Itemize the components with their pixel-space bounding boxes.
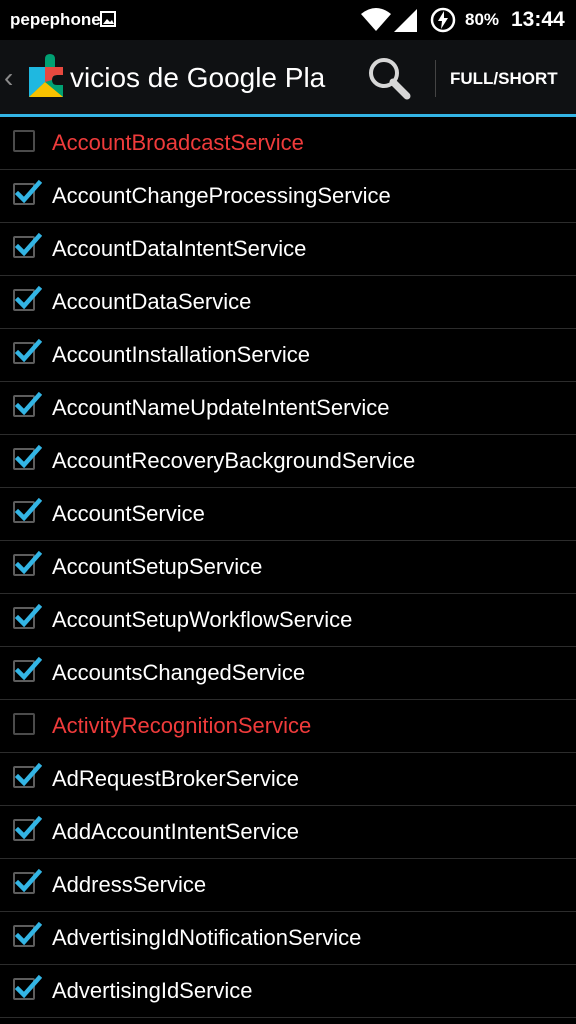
page-title-text: vicios de Google Pla [70, 62, 326, 93]
checkbox-checked[interactable] [13, 391, 42, 417]
page-title: vicios de Google Pla [70, 62, 338, 94]
service-name: AccountDataIntentService [52, 236, 307, 261]
checkbox-checked[interactable] [13, 656, 42, 682]
service-row[interactable]: AccountChangeProcessingService [0, 170, 576, 223]
checkbox-checked[interactable] [13, 921, 42, 947]
checkbox-checked[interactable] [13, 974, 42, 1000]
checkmark-icon [14, 815, 42, 840]
carrier-name: pepephone [10, 10, 101, 29]
battery-percent: 80% [465, 10, 500, 29]
service-row[interactable]: AddressService [0, 859, 576, 912]
checkmark-icon [14, 868, 42, 893]
service-name: AccountRecoveryBackgroundService [52, 448, 416, 473]
full-short-toggle-button[interactable]: FULL/SHORT [450, 69, 558, 89]
checkbox-checked[interactable] [13, 868, 42, 894]
checkbox-unchecked[interactable] [13, 130, 35, 152]
service-row[interactable]: AccountRecoveryBackgroundService [0, 435, 576, 488]
checkbox-unchecked[interactable] [13, 713, 35, 735]
service-row[interactable]: AccountNameUpdateIntentService [0, 382, 576, 435]
service-row[interactable]: ActivityRecognitionService [0, 700, 576, 753]
service-name: AddressService [52, 872, 207, 897]
checkmark-icon [14, 285, 42, 310]
service-name: AdRequestBrokerService [52, 766, 300, 791]
action-bar-divider [435, 60, 436, 97]
service-name: AddAccountIntentService [52, 819, 300, 844]
service-row[interactable]: AccountDataIntentService [0, 223, 576, 276]
service-row[interactable]: AdRequestBrokerService [0, 753, 576, 806]
checkmark-icon [14, 338, 42, 363]
service-row[interactable]: AccountsChangedService [0, 647, 576, 700]
checkbox-checked[interactable] [13, 815, 42, 841]
signal-icon [394, 9, 418, 32]
service-name: AccountInstallationService [52, 342, 311, 367]
service-name: AccountSetupService [52, 554, 263, 579]
checkbox-checked[interactable] [13, 444, 42, 470]
service-row[interactable]: AdvertisingIdService [0, 965, 576, 1018]
service-row[interactable]: AdvertisingIdNotificationService [0, 912, 576, 965]
checkmark-icon [14, 974, 42, 999]
checkmark-icon [14, 550, 42, 575]
checkmark-icon [14, 179, 42, 204]
wifi-icon [360, 8, 392, 32]
checkmark-icon [14, 444, 42, 469]
checkmark-icon [14, 497, 42, 522]
service-name: AdvertisingIdNotificationService [52, 925, 362, 950]
service-name: AccountNameUpdateIntentService [52, 395, 390, 420]
service-name: AdvertisingIdService [52, 978, 253, 1003]
service-list: AccountBroadcastService AccountChangeProc… [0, 117, 576, 1018]
service-name: ActivityRecognitionService [52, 713, 312, 738]
service-name: AccountService [52, 501, 205, 526]
service-row[interactable]: AddAccountIntentService [0, 806, 576, 859]
checkbox-checked[interactable] [13, 338, 42, 364]
checkbox-checked[interactable] [13, 762, 42, 788]
status-bar: pepephone 80% 13:44 [0, 0, 576, 40]
checkbox-checked[interactable] [13, 497, 42, 523]
checkbox-checked[interactable] [13, 285, 42, 311]
checkbox-checked[interactable] [13, 550, 42, 576]
checkmark-icon [14, 921, 42, 946]
checkmark-icon [14, 656, 42, 681]
clock: 13:44 [511, 8, 565, 31]
search-icon[interactable] [366, 55, 412, 101]
service-name: AccountsChangedService [52, 660, 306, 685]
service-name: AccountDataService [52, 289, 252, 314]
service-row[interactable]: AccountDataService [0, 276, 576, 329]
service-row[interactable]: AccountSetupService [0, 541, 576, 594]
checkmark-icon [14, 232, 42, 257]
service-row[interactable]: AccountService [0, 488, 576, 541]
battery-charging-icon [430, 7, 456, 33]
google-play-services-icon[interactable] [25, 53, 67, 99]
service-row[interactable]: AccountInstallationService [0, 329, 576, 382]
checkmark-icon [14, 603, 42, 628]
service-row[interactable]: AccountSetupWorkflowService [0, 594, 576, 647]
checkbox-checked[interactable] [13, 179, 42, 205]
checkmark-icon [14, 391, 42, 416]
checkbox-checked[interactable] [13, 232, 42, 258]
checkbox-checked[interactable] [13, 603, 42, 629]
action-bar: ‹ vicios de Google Pla FULL/SHORT [0, 40, 576, 115]
service-row[interactable]: AccountBroadcastService [0, 117, 576, 170]
checkmark-icon [14, 762, 42, 787]
service-name: AccountSetupWorkflowService [52, 607, 353, 632]
back-chevron-icon[interactable]: ‹ [4, 64, 13, 92]
image-icon [100, 11, 116, 27]
service-name: AccountBroadcastService [52, 130, 304, 155]
service-name: AccountChangeProcessingService [52, 183, 391, 208]
